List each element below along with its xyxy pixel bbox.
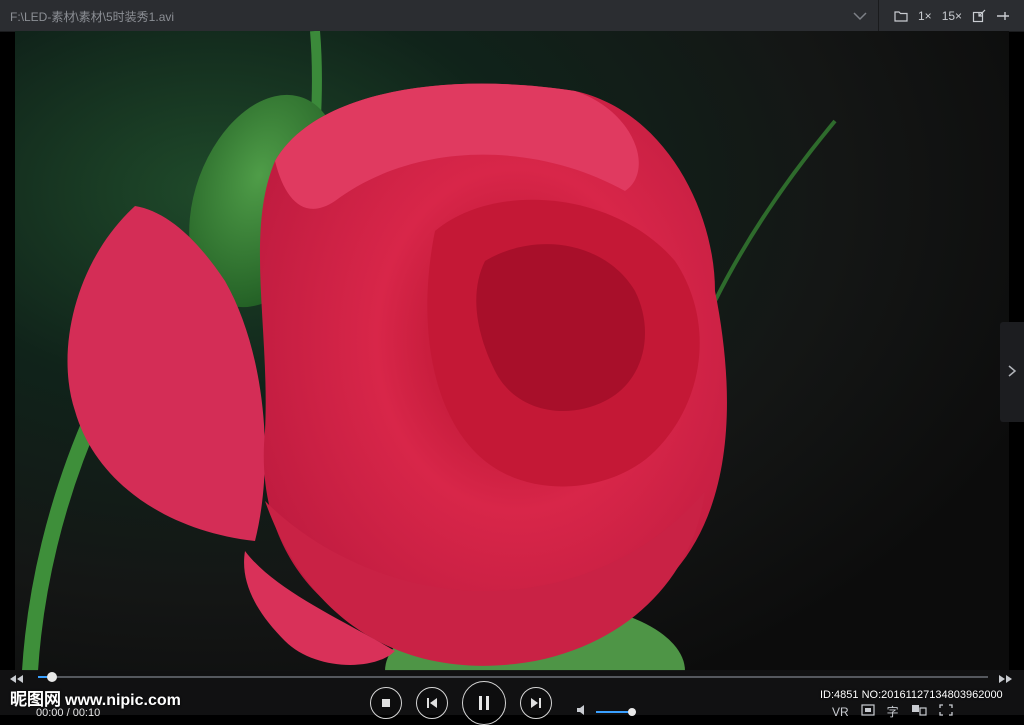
transport-controls [370, 681, 552, 725]
seek-forward-button[interactable] [996, 671, 1014, 689]
pause-button[interactable] [462, 681, 506, 725]
subtitle-button[interactable]: 字 [887, 703, 899, 720]
rewind-icon [10, 675, 23, 683]
playlist-toggle-handle[interactable] [1000, 322, 1024, 422]
title-toolbar: 1× 15× [894, 0, 1010, 31]
pip-icon [911, 705, 927, 716]
watermark-logo: 昵图网 www.nipic.com [10, 685, 181, 710]
volume-button[interactable] [576, 704, 590, 719]
screen-icon [861, 704, 875, 716]
shrink-window-icon [972, 9, 986, 22]
stop-icon [382, 699, 390, 707]
speed-15x-button[interactable]: 15× [942, 6, 962, 26]
open-folder-button[interactable] [894, 6, 908, 26]
previous-button[interactable] [416, 687, 448, 719]
title-divider [878, 0, 879, 31]
screenshot-button[interactable] [861, 704, 875, 719]
rose-video-image [15, 31, 1009, 671]
image-id-label: ID:4851 NO:20161127134803962000 [820, 689, 1003, 701]
window-title: F:\LED-素材\素材\5时装秀1.avi [10, 10, 175, 24]
seek-bar[interactable] [38, 672, 988, 682]
chevron-down-icon[interactable] [852, 9, 868, 23]
speaker-icon [577, 705, 584, 715]
stop-button[interactable] [370, 687, 402, 719]
pause-icon [479, 696, 489, 710]
extra-tools: VR 字 [832, 703, 953, 720]
folder-icon [894, 10, 908, 22]
seek-handle[interactable] [47, 672, 58, 682]
volume-level [596, 711, 632, 713]
fullscreen-button[interactable] [939, 704, 953, 719]
video-frame[interactable] [15, 31, 1009, 671]
watermark-url: www.nipic.com [65, 692, 181, 709]
pin-button[interactable] [996, 6, 1010, 26]
watermark-brand: 昵图网 [10, 690, 61, 709]
mini-mode-button[interactable] [972, 6, 986, 26]
vr-button[interactable]: VR [832, 705, 849, 719]
title-bar: F:\LED-素材\素材\5时装秀1.avi 1× 15× [0, 0, 1024, 32]
fast-forward-icon [999, 675, 1012, 683]
pin-icon [997, 11, 1010, 20]
next-button[interactable] [520, 687, 552, 719]
chevron-right-icon [1008, 365, 1017, 377]
speed-1x-button[interactable]: 1× [918, 6, 932, 26]
fullscreen-icon [939, 704, 953, 716]
picture-in-picture-button[interactable] [911, 704, 927, 719]
skip-next-icon [531, 698, 541, 708]
volume-slider[interactable] [596, 708, 636, 716]
skip-previous-icon [427, 698, 437, 708]
